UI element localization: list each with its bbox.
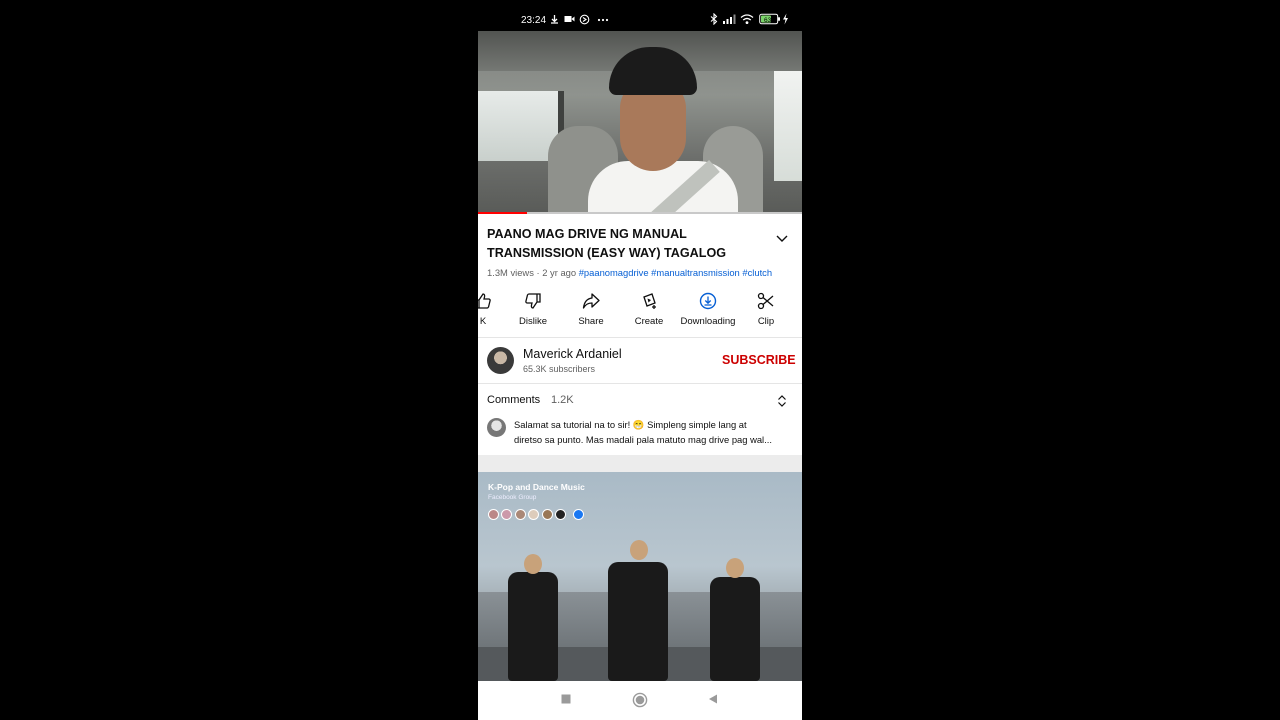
phone-screen: 23:24 63 PAANO MAG DRIVE NG MANUAL TRANS… (478, 0, 802, 720)
expand-collapse-icon[interactable] (776, 394, 788, 408)
subscribe-button[interactable]: SUBSCRIBE (722, 353, 796, 367)
hashtag-link[interactable]: #manualtransmission (651, 267, 740, 278)
clip-button[interactable]: Clip (737, 290, 795, 334)
dislike-label: Dislike (519, 316, 547, 327)
hashtag-link[interactable]: #paanomagdrive (579, 267, 649, 278)
member-avatars (488, 507, 584, 520)
dancer-head (524, 554, 542, 574)
dancer-figure (508, 572, 558, 681)
video-title[interactable]: PAANO MAG DRIVE NG MANUAL TRANSMISSION (… (487, 225, 767, 263)
comments-count: 1.2K (551, 394, 574, 406)
dancer-figure (608, 562, 668, 681)
like-icon (478, 293, 491, 309)
video-record-icon (564, 16, 575, 22)
video-meta: 1.3M views · 2 yr ago #paanomagdrive #ma… (487, 267, 802, 278)
more-dots-icon (597, 18, 609, 22)
comments-label: Comments (487, 394, 541, 406)
next-video-thumbnail[interactable]: K-Pop and Dance Music Facebook Group (478, 472, 802, 681)
share-button[interactable]: Share (562, 290, 620, 334)
dancer-head (726, 558, 744, 578)
comment-line: Salamat sa tutorial na to sir! 😁 Simplen… (514, 419, 747, 430)
signal-icon (723, 14, 736, 24)
member-avatar (501, 509, 513, 520)
car-window-right (774, 71, 802, 181)
plus-icon (572, 509, 584, 520)
video-player[interactable] (478, 31, 802, 214)
scissors-icon (757, 292, 774, 310)
back-triangle-icon[interactable] (707, 693, 719, 705)
thumbnail-overlay-title: K-Pop and Dance Music (488, 482, 585, 492)
watch-details: PAANO MAG DRIVE NG MANUAL TRANSMISSION (… (478, 214, 802, 472)
action-bar: K Dislike Share Create Downloading Clip (478, 290, 802, 334)
svg-text:63: 63 (764, 17, 772, 24)
member-avatar (555, 509, 567, 520)
status-time: 23:24 (521, 15, 547, 26)
create-label: Create (634, 316, 664, 327)
dislike-icon (525, 293, 541, 309)
clip-label: Clip (757, 316, 775, 327)
comment-line: diretso sa punto. Mas madali pala matuto… (514, 434, 772, 445)
channel-avatar[interactable] (487, 347, 514, 374)
share-label: Share (578, 316, 604, 327)
chevron-down-icon[interactable] (773, 229, 791, 247)
comments-section[interactable]: Comments 1.2K Salamat sa tutorial na to … (478, 384, 802, 454)
member-avatar (541, 509, 553, 520)
channel-name[interactable]: Maverick Ardaniel (523, 347, 622, 361)
bluetooth-icon (710, 13, 718, 25)
upload-age: 2 yr ago (542, 267, 577, 278)
status-bar: 23:24 63 (478, 0, 802, 31)
recents-square-icon[interactable] (560, 693, 572, 705)
do-not-disturb-icon (579, 14, 590, 25)
downloading-icon (699, 292, 717, 310)
top-comment[interactable]: Salamat sa tutorial na to sir! 😁 Simplen… (514, 417, 794, 447)
hashtag-link[interactable]: #clutch (742, 267, 772, 278)
commenter-avatar (487, 418, 506, 437)
member-avatar (488, 509, 499, 520)
member-avatar (514, 509, 526, 520)
subscriber-count: 65.3K subscribers (523, 364, 596, 374)
dislike-button[interactable]: Dislike (504, 290, 562, 334)
system-nav-bar (478, 681, 802, 720)
member-avatar (528, 509, 540, 520)
thumbnail-overlay-subtitle: Facebook Group (488, 494, 537, 501)
downloading-label: Downloading (680, 316, 736, 327)
download-icon (551, 15, 558, 24)
create-icon (643, 293, 656, 309)
channel-row[interactable]: Maverick Ardaniel 65.3K subscribers SUBS… (478, 338, 802, 382)
wifi-icon (740, 14, 754, 24)
view-count: 1.3M views (487, 267, 534, 278)
battery-icon: 63 (759, 13, 780, 25)
dancer-figure (710, 577, 760, 681)
downloading-button[interactable]: Downloading (678, 290, 738, 334)
home-circle-icon[interactable] (632, 692, 648, 708)
dancer-head (630, 540, 648, 560)
charging-icon (783, 13, 788, 25)
section-separator (478, 455, 802, 472)
share-icon (582, 293, 600, 309)
create-button[interactable]: Create (620, 290, 678, 334)
